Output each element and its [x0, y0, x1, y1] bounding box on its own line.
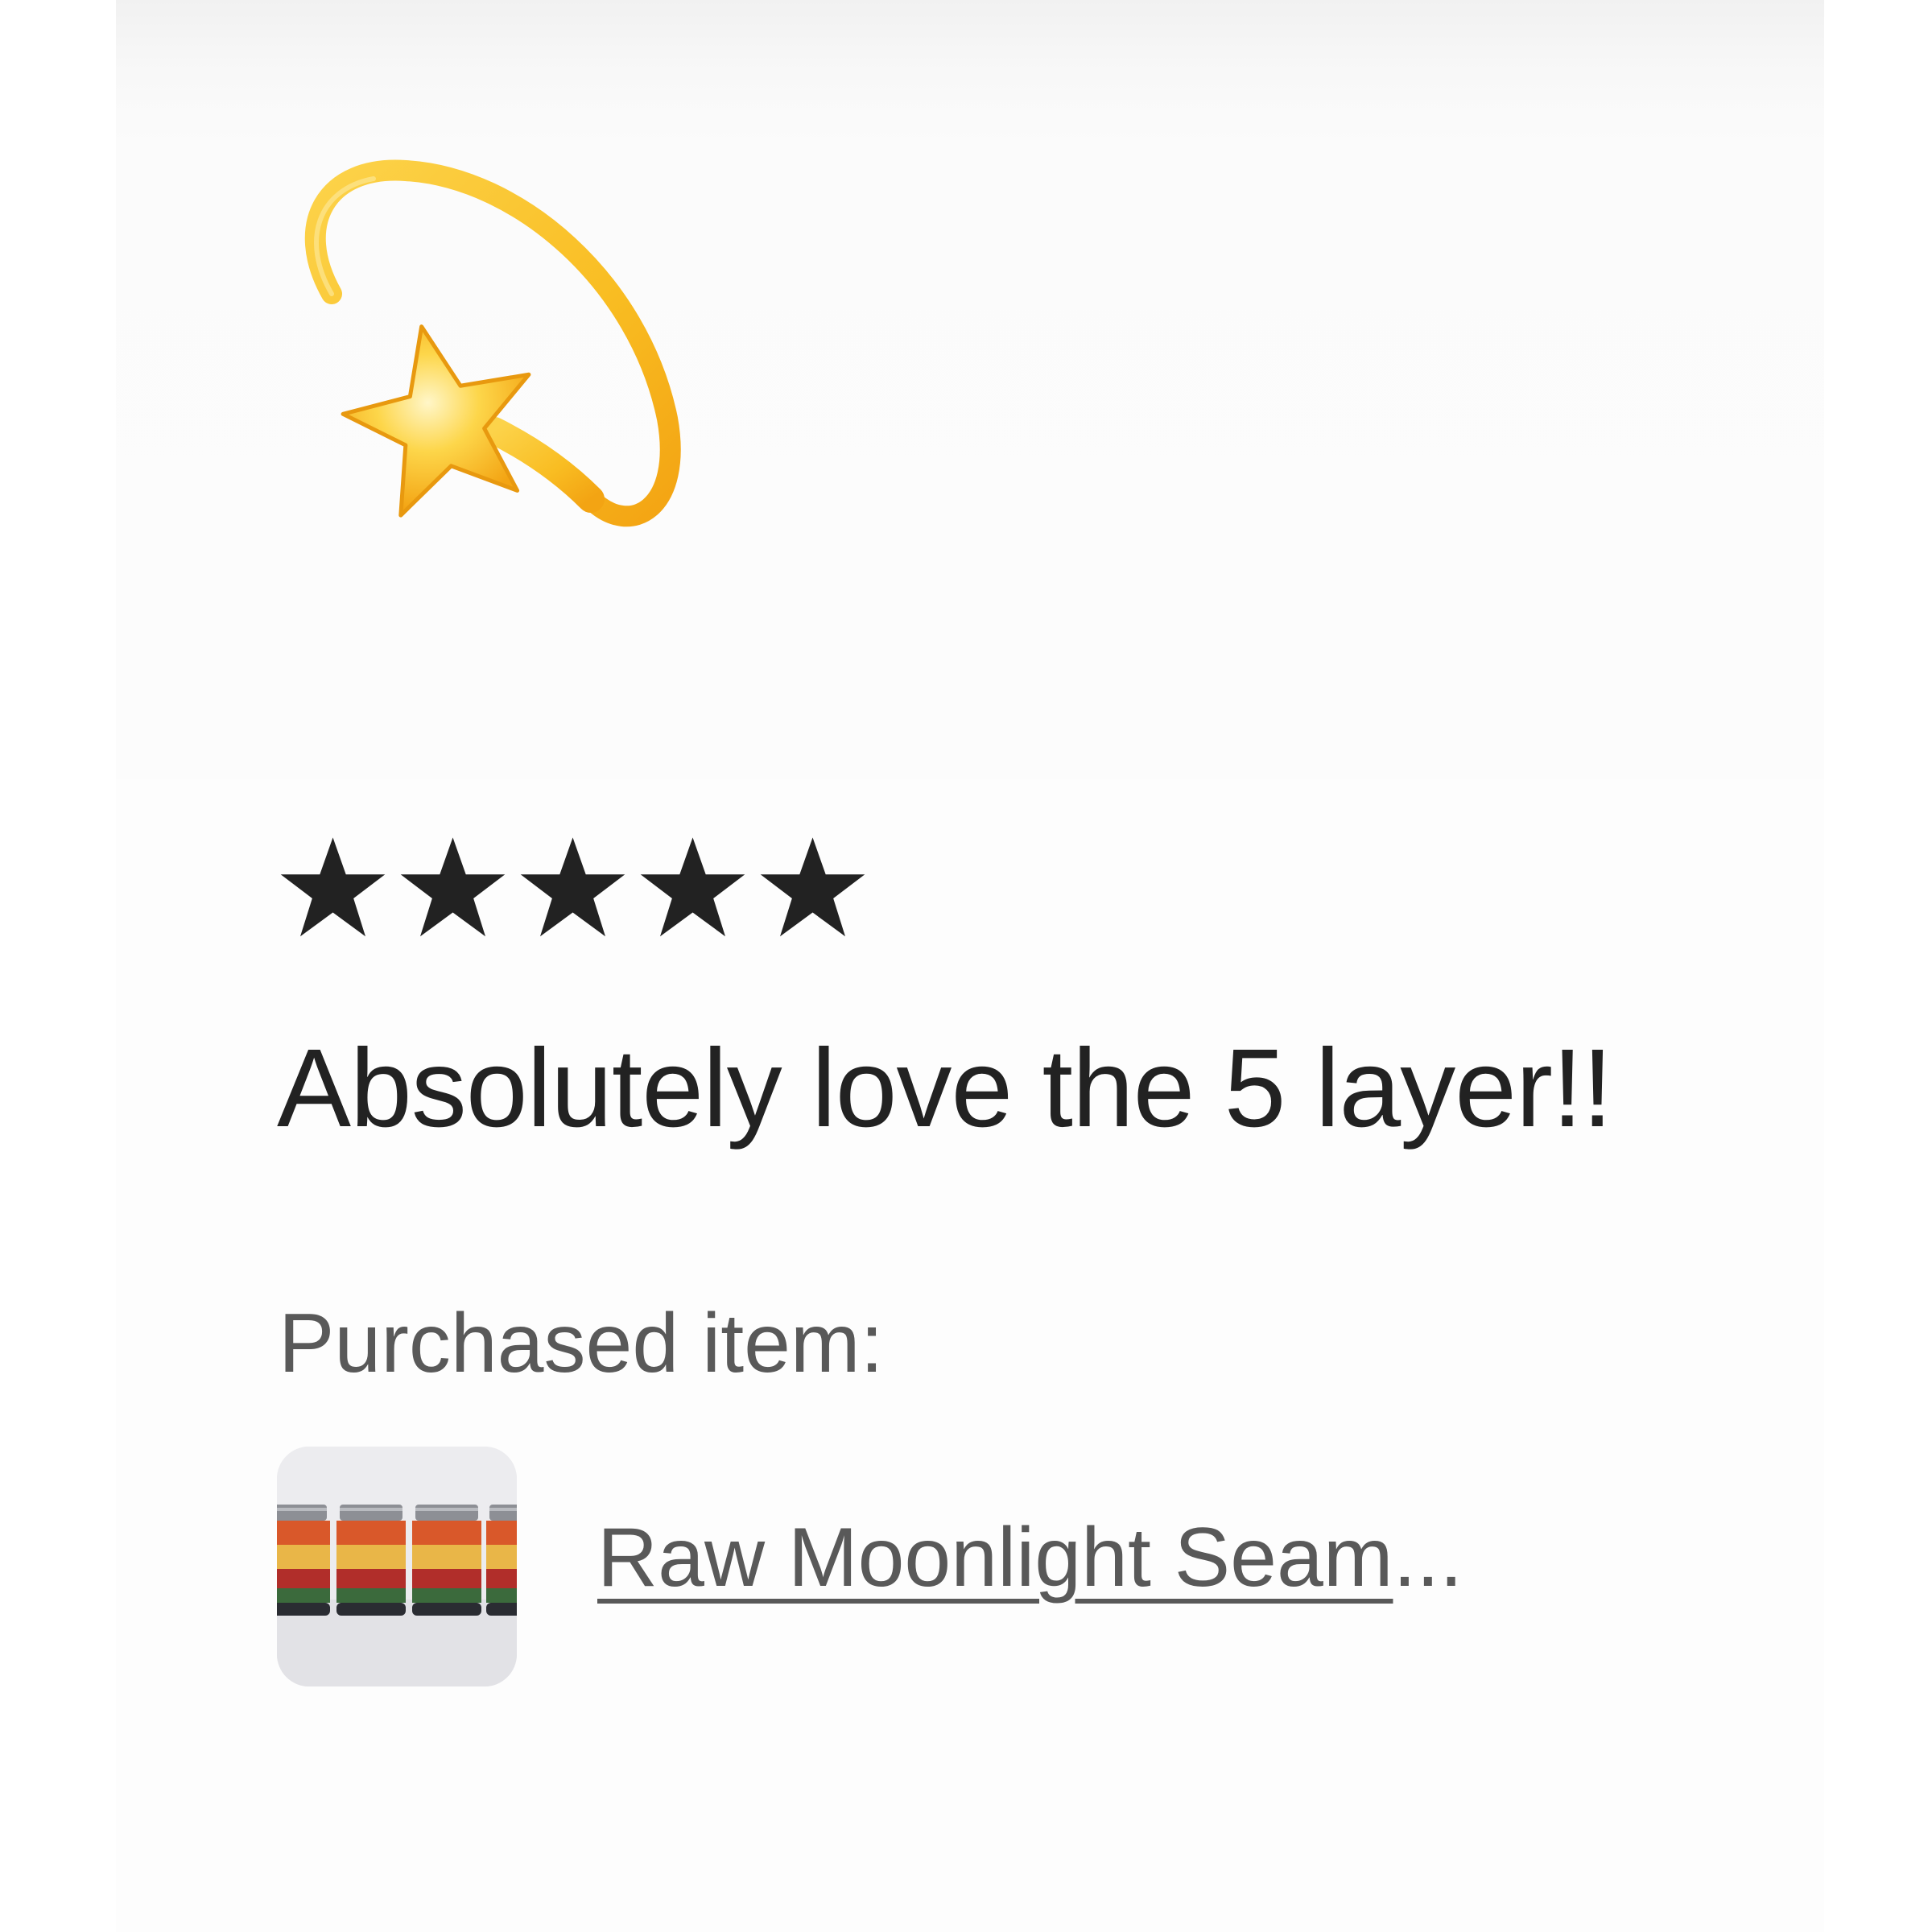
- review-photo[interactable]: [116, 0, 1824, 779]
- item-thumbnail[interactable]: [277, 1447, 517, 1686]
- rating-stars: [279, 833, 867, 954]
- item-title-ellipsis: ...: [1393, 1511, 1463, 1604]
- star-icon: [760, 837, 865, 937]
- star-icon: [280, 837, 386, 937]
- review-card: Absolutely love the 5 layer!! Purchased …: [116, 0, 1824, 1932]
- layered-candle-jars-image: [277, 1447, 517, 1686]
- item-title[interactable]: Raw Moonlight Seam: [597, 1511, 1393, 1604]
- star-icon: [640, 837, 745, 937]
- purchased-item-link[interactable]: Raw Moonlight Seam...: [597, 1505, 1463, 1610]
- review-text: Absolutely love the 5 layer!!: [277, 1026, 1613, 1150]
- purchased-item-label: Purchased item:: [279, 1297, 884, 1390]
- star-icon: [520, 837, 625, 937]
- star-icon: [400, 837, 506, 937]
- dizzy-star-icon: [304, 159, 681, 527]
